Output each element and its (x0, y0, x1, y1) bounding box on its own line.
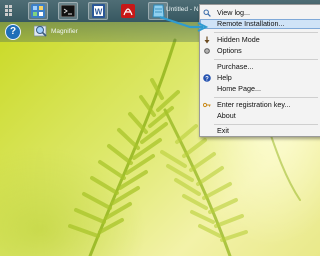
menu-item-label: Options (217, 46, 242, 55)
key-icon (203, 102, 211, 108)
command-prompt-button[interactable] (58, 2, 78, 20)
app-grid-button[interactable] (0, 2, 20, 20)
menu-item-exit[interactable]: Exit (200, 126, 320, 136)
notepad-icon (151, 4, 165, 18)
menu-item-enter-registration-key[interactable]: Enter registration key... (200, 100, 320, 110)
menu-item-remote-installation[interactable]: Remote Installation... (200, 19, 320, 29)
magnifier-icon (34, 25, 47, 37)
menu-item-home-page[interactable]: Home Page... (200, 84, 320, 94)
menu-separator (214, 59, 318, 60)
menu-item-label: Remote Installation... (217, 19, 285, 28)
magnifier-label: Magnifier (51, 27, 78, 35)
menu-item-about[interactable]: About (200, 111, 320, 121)
menu-item-options[interactable]: Options (200, 46, 320, 56)
word-icon: W (91, 4, 105, 18)
window-title: Untitled - N (166, 6, 199, 13)
menu-item-view-log[interactable]: View log... (200, 8, 320, 18)
help-button[interactable]: ? (5, 24, 21, 40)
pdf-reader-button[interactable] (118, 2, 138, 20)
magnifier-button[interactable]: Magnifier (34, 24, 78, 38)
control-panel-icon (31, 4, 45, 18)
svg-text:W: W (94, 8, 102, 17)
command-prompt-icon (61, 5, 75, 17)
menu-item-label: Enter registration key... (217, 100, 291, 109)
pdf-reader-icon (121, 4, 135, 18)
menu-separator (214, 124, 318, 125)
menu-item-label: Exit (217, 126, 229, 135)
help-icon: ? (203, 74, 211, 82)
word-button[interactable]: W (88, 2, 108, 20)
menu-item-help[interactable]: ? Help (200, 73, 320, 83)
app-grid-icon (5, 5, 12, 16)
options-icon (204, 48, 210, 54)
menu-item-label: Hidden Mode (217, 35, 260, 44)
menu-item-label: View log... (217, 8, 251, 17)
menu-item-purchase[interactable]: Purchase... (200, 62, 320, 72)
menu-separator (214, 97, 318, 98)
control-panel-button[interactable] (28, 2, 48, 20)
notepad-button[interactable] (148, 2, 168, 20)
svg-text:?: ? (205, 76, 209, 82)
menu-separator (214, 32, 318, 33)
menu-item-hidden-mode[interactable]: Hidden Mode (200, 35, 320, 45)
menu-item-label: About (217, 111, 236, 120)
search-icon (203, 9, 211, 17)
context-menu: View log... Remote Installation... Hidde… (199, 4, 320, 137)
hidden-mode-icon (204, 36, 210, 44)
menu-item-label: Home Page... (217, 84, 261, 93)
menu-item-label: Help (217, 73, 232, 82)
menu-item-label: Purchase... (217, 62, 254, 71)
